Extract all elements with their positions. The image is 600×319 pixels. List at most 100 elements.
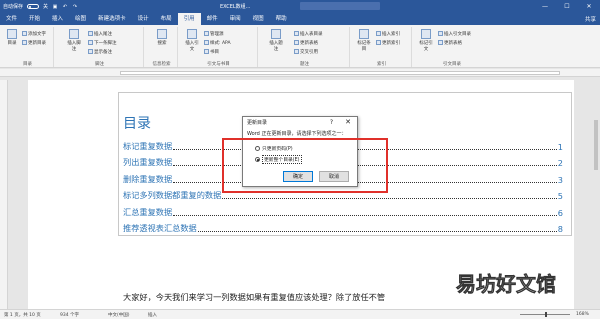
toc-icon [7,29,17,39]
dialog-title: 更新目录 [247,120,268,126]
page-count[interactable]: 第 1 页，共 10 页 [4,312,41,318]
tab-view[interactable]: 视图 [247,13,270,25]
vertical-ruler[interactable] [0,80,8,309]
insert-toa-button[interactable]: 插入引文目录 [438,31,471,37]
footnote-group: 插入脚注 插入尾注 下一条脚注 显示备注 脚注 [56,27,144,67]
watermark-text: 易坊好文馆 [456,272,557,297]
add-text-icon [22,31,27,36]
next-footnote-button[interactable]: 下一条脚注 [88,40,117,46]
update-table-button[interactable]: 更新表格 [294,40,318,46]
save-icon[interactable]: ▣ [52,4,58,10]
insert-citation-button[interactable]: 插入引文 [184,29,200,52]
insert-endnote-button[interactable]: 插入尾注 [88,31,112,37]
update-toc-button[interactable]: 更新目录 [22,40,46,46]
add-text-button[interactable]: 添加文字 [22,31,46,37]
show-notes-button[interactable]: 显示备注 [88,49,112,55]
minimize-button[interactable]: — [534,0,556,13]
toc-group: 目录 添加文字 更新目录 目录 [2,27,54,67]
toa-group-label: 引文目录 [443,62,461,67]
table-of-figures-icon [294,31,299,36]
highlight-box [222,138,388,193]
insert-index-button[interactable]: 插入索引 [376,31,400,37]
insert-mode[interactable]: 插入 [148,312,157,318]
search-box[interactable] [300,2,380,10]
tab-review[interactable]: 审阅 [224,13,247,25]
quick-access-toolbar: 自动保存 关 ▣ ↶ ↷ [0,3,78,11]
caption-icon [271,29,281,39]
search-icon [157,29,167,39]
captions-group-label: 题注 [300,62,309,67]
search-button[interactable]: 搜索 [154,29,170,46]
tab-design[interactable]: 设计 [132,13,155,25]
citations-group-label: 引文与书目 [207,62,230,67]
tab-draw[interactable]: 绘图 [69,13,92,25]
help-icon[interactable]: ? [330,119,333,126]
mark-entry-button[interactable]: 标记条目 [356,29,372,52]
captions-group: 插入题注 插入表目录 更新表格 交叉引用 题注 [260,27,350,67]
research-group: 搜索 信息检索 [146,27,178,67]
autosave-state: 关 [43,4,49,10]
insert-footnote-button[interactable]: 插入脚注 [66,29,82,52]
index-group-label: 索引 [377,62,386,67]
toc-entry[interactable]: 汇总重复数据 6 [123,206,563,218]
tab-layout[interactable]: 布局 [155,13,178,25]
toc-entry[interactable]: 推荐透视表汇总数据 8 [123,222,563,234]
autosave-toggle[interactable] [27,4,40,9]
manage-sources-button[interactable]: 管理源 [204,31,224,37]
close-button[interactable]: ✕ [578,0,600,13]
footnote-group-label: 脚注 [95,62,104,67]
ribbon: 目录 添加文字 更新目录 目录 插入脚注 插入尾注 下一条脚注 显示备注 脚注 … [0,25,600,68]
tab-file[interactable]: 文件 [0,13,23,25]
citation-icon [187,29,197,39]
horizontal-ruler[interactable] [0,69,600,77]
share-button[interactable]: 共享 [585,15,596,23]
zoom-thumb[interactable] [545,312,547,317]
insert-table-of-figures-button[interactable]: 插入表目录 [294,31,323,37]
tab-mailings[interactable]: 邮件 [201,13,224,25]
autosave-label: 自动保存 [3,4,24,10]
tab-home[interactable]: 开始 [23,13,46,25]
window-controls: — ☐ ✕ [534,0,600,13]
dialog-close-icon[interactable]: ✕ [345,118,351,126]
undo-icon[interactable]: ↶ [62,4,68,10]
insert-toa-icon [438,31,443,36]
insert-caption-button[interactable]: 插入题注 [268,29,284,52]
scroll-thumb[interactable] [594,120,598,170]
toa-group: 标记引文 插入引文目录 更新表格 引文目录 [414,27,490,67]
vertical-scrollbar[interactable] [592,80,600,309]
toc-title: 目录 [123,116,151,132]
cross-reference-button[interactable]: 交叉引用 [294,49,318,55]
word-count[interactable]: 934 个字 [60,312,79,318]
endnote-icon [88,31,93,36]
citations-group: 插入引文 管理源 样式: APA 书目 引文与书目 [180,27,258,67]
toc-button[interactable]: 目录 [4,29,20,46]
update-toa-button[interactable]: 更新表格 [438,40,462,46]
update-index-button[interactable]: 更新索引 [376,40,400,46]
bibliography-icon [204,49,209,54]
toc-group-label: 目录 [23,62,32,67]
mark-citation-button[interactable]: 标记引文 [418,29,434,52]
footnote-icon [69,29,79,39]
tab-new[interactable]: 新建选项卡 [92,13,132,25]
language-indicator[interactable]: 中文(中国) [108,312,130,318]
tab-insert[interactable]: 插入 [46,13,69,25]
redo-icon[interactable]: ↷ [72,4,78,10]
tab-help[interactable]: 帮助 [270,13,293,25]
dialog-message: Word 正在更新目录，请选择下列选项之一： [247,131,347,137]
status-bar: 第 1 页，共 10 页 934 个字 中文(中国) 插入 168% [0,309,600,319]
title-bar: 自动保存 关 ▣ ↶ ↷ EXCEL数组... — ☐ ✕ [0,0,600,13]
mark-entry-icon [359,29,369,39]
mark-citation-icon [421,29,431,39]
ruler-bar [120,71,560,75]
bibliography-button[interactable]: 书目 [204,49,219,55]
insert-index-icon [376,31,381,36]
style-select[interactable]: 样式: APA [204,40,231,46]
maximize-button[interactable]: ☐ [556,0,578,13]
update-table-icon [294,40,299,45]
ribbon-tabs: 文件 开始 插入 绘图 新建选项卡 设计 布局 引用 邮件 审阅 视图 帮助 [0,13,600,25]
tab-references[interactable]: 引用 [177,13,201,25]
index-group: 标记条目 插入索引 更新索引 索引 [352,27,412,67]
zoom-level[interactable]: 168% [576,312,589,317]
research-group-label: 信息检索 [152,62,171,67]
refresh-icon [22,40,27,45]
